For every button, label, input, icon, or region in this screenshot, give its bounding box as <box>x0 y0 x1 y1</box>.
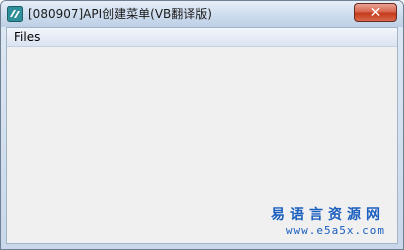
watermark: 易语言资源网 www.e5a5x.com <box>271 206 385 237</box>
watermark-site-name: 易语言资源网 <box>271 207 385 223</box>
close-button[interactable]: ✕ <box>354 3 397 22</box>
menu-bar: Files <box>7 28 397 47</box>
app-icon <box>7 6 23 22</box>
watermark-url: www.e5a5x.com <box>285 224 385 237</box>
close-icon: ✕ <box>369 4 382 21</box>
window-title: [080907]API创建菜单(VB翻译版) <box>28 7 212 21</box>
menu-item-files[interactable]: Files <box>12 29 42 45</box>
title-bar[interactable]: [080907]API创建菜单(VB翻译版) ✕ <box>1 1 403 27</box>
app-window: [080907]API创建菜单(VB翻译版) ✕ Files 易语言资源网 ww… <box>0 0 404 250</box>
client-area: Files 易语言资源网 www.e5a5x.com <box>6 27 398 244</box>
